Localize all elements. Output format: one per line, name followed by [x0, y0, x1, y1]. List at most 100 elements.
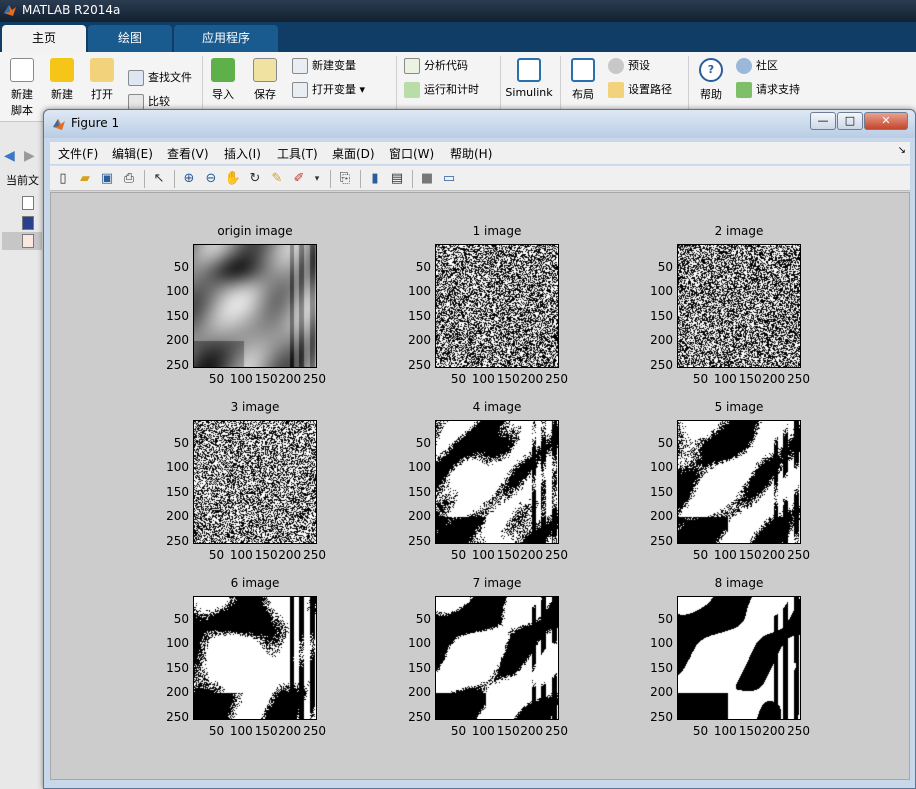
open-variable-button[interactable]: 打开变量 ▾	[292, 80, 365, 100]
save-workspace-button[interactable]: 保存	[248, 58, 282, 102]
x-tick-label: 250	[545, 724, 568, 738]
menu-desktop[interactable]: 桌面(D)	[332, 145, 375, 162]
save-icon[interactable]: ▣	[98, 170, 116, 188]
preferences-button[interactable]: 预设	[608, 56, 650, 76]
set-path-button[interactable]: 设置路径	[608, 80, 672, 100]
show-plot-tools-icon[interactable]: ▭	[440, 170, 458, 188]
new-variable-icon	[292, 58, 308, 74]
file-row[interactable]	[2, 194, 42, 212]
open-button[interactable]: 打开	[86, 58, 118, 102]
rotate-icon[interactable]: ↻	[246, 170, 264, 188]
import-button[interactable]: 导入	[206, 58, 240, 102]
new-script-button[interactable]: 新建 脚本	[4, 58, 40, 118]
colorbar-icon[interactable]: ▮	[366, 170, 384, 188]
toolbar-separator	[174, 170, 175, 188]
figure-title-bar[interactable]: Figure 1 — □ ✕	[44, 110, 915, 138]
find-files-button[interactable]: 查找文件	[128, 68, 192, 88]
menu-view[interactable]: 查看(V)	[167, 145, 209, 162]
layout-button[interactable]: 布局	[566, 58, 600, 102]
maximize-button[interactable]: □	[837, 112, 863, 130]
menu-tools[interactable]: 工具(T)	[277, 145, 318, 162]
image-axes[interactable]	[193, 596, 317, 720]
zoom-in-icon[interactable]: ⊕	[180, 170, 198, 188]
menu-insert[interactable]: 插入(I)	[224, 145, 261, 162]
pan-icon[interactable]: ✋	[224, 170, 242, 188]
x-tick-label: 250	[787, 724, 810, 738]
layout-icon	[571, 58, 595, 82]
image-plot	[194, 421, 316, 543]
tab-plots[interactable]: 绘图	[88, 25, 172, 52]
y-tick-label: 200	[650, 508, 673, 523]
menu-help[interactable]: 帮助(H)	[450, 145, 492, 162]
image-axes[interactable]	[677, 420, 801, 544]
pointer-icon[interactable]: ↖	[150, 170, 168, 188]
find-files-label: 查找文件	[148, 71, 192, 84]
legend-icon[interactable]: ▤	[388, 170, 406, 188]
image-axes[interactable]	[193, 244, 317, 368]
axes-title: origin image	[217, 224, 293, 238]
open-variable-icon	[292, 82, 308, 98]
file-row-selected[interactable]	[2, 232, 42, 250]
zoom-out-icon[interactable]: ⊖	[202, 170, 220, 188]
print-icon[interactable]: ⎙	[120, 170, 138, 188]
new-script-icon	[10, 58, 34, 82]
bitmap-file-icon	[22, 216, 34, 230]
new-button[interactable]: 新建	[46, 58, 78, 102]
new-variable-button[interactable]: 新建变量	[292, 56, 356, 76]
close-button[interactable]: ✕	[864, 112, 908, 130]
data-cursor-icon[interactable]: ✎	[268, 170, 286, 188]
image-axes[interactable]	[677, 244, 801, 368]
dock-arrow-icon[interactable]: ↘	[898, 145, 906, 156]
find-files-icon	[128, 70, 144, 86]
y-tick-label: 250	[166, 709, 189, 724]
community-icon	[736, 58, 752, 74]
analyze-code-button[interactable]: 分析代码	[404, 56, 468, 76]
analyze-code-icon	[404, 58, 420, 74]
image-plot	[678, 597, 800, 719]
y-tick-label: 250	[166, 533, 189, 548]
brush-icon[interactable]: ✐	[290, 170, 308, 188]
save-workspace-icon	[253, 58, 277, 82]
simulink-label: Simulink	[505, 86, 553, 99]
y-tick-label: 150	[408, 485, 431, 500]
y-tick-label: 250	[408, 709, 431, 724]
simulink-button[interactable]: Simulink	[504, 58, 554, 99]
open-label: 打开	[91, 88, 113, 101]
y-tick-label: 250	[650, 709, 673, 724]
menu-window[interactable]: 窗口(W)	[389, 145, 434, 162]
image-plot	[678, 245, 800, 367]
y-tick-label: 50	[173, 259, 189, 274]
new-figure-icon[interactable]: ▯	[54, 170, 72, 188]
minimize-button[interactable]: —	[810, 112, 836, 130]
request-support-button[interactable]: 请求支持	[736, 80, 800, 100]
hide-plot-tools-icon[interactable]: ■	[418, 170, 436, 188]
tab-home[interactable]: 主页	[2, 25, 86, 52]
save-label: 保存	[254, 88, 276, 101]
open-file-icon[interactable]: ▰	[76, 170, 94, 188]
image-axes[interactable]	[677, 596, 801, 720]
image-axes[interactable]	[435, 420, 559, 544]
run-and-time-button[interactable]: 运行和计时	[404, 80, 479, 100]
plus-icon	[50, 58, 74, 82]
y-tick-label: 50	[415, 611, 431, 626]
image-axes[interactable]	[435, 244, 559, 368]
menu-file[interactable]: 文件(F)	[58, 145, 98, 162]
file-icon	[22, 196, 34, 210]
brush-dropdown-icon[interactable]: ▾	[308, 170, 326, 188]
community-button[interactable]: 社区	[736, 56, 778, 76]
compare-icon	[128, 94, 144, 110]
link-icon[interactable]: ⎘	[336, 170, 354, 188]
tab-apps[interactable]: 应用程序	[174, 25, 278, 52]
community-label: 社区	[756, 59, 778, 72]
forward-arrow-icon[interactable]: ▶	[24, 148, 35, 164]
y-tick-label: 100	[650, 284, 673, 299]
back-arrow-icon[interactable]: ◀	[4, 148, 15, 164]
file-row[interactable]	[2, 214, 42, 232]
y-tick-label: 100	[408, 636, 431, 651]
run-and-time-icon	[404, 82, 420, 98]
menu-edit[interactable]: 编辑(E)	[112, 145, 153, 162]
image-axes[interactable]	[193, 420, 317, 544]
x-tick-label: 250	[545, 372, 568, 386]
help-button[interactable]: ? 帮助	[694, 58, 728, 102]
image-axes[interactable]	[435, 596, 559, 720]
